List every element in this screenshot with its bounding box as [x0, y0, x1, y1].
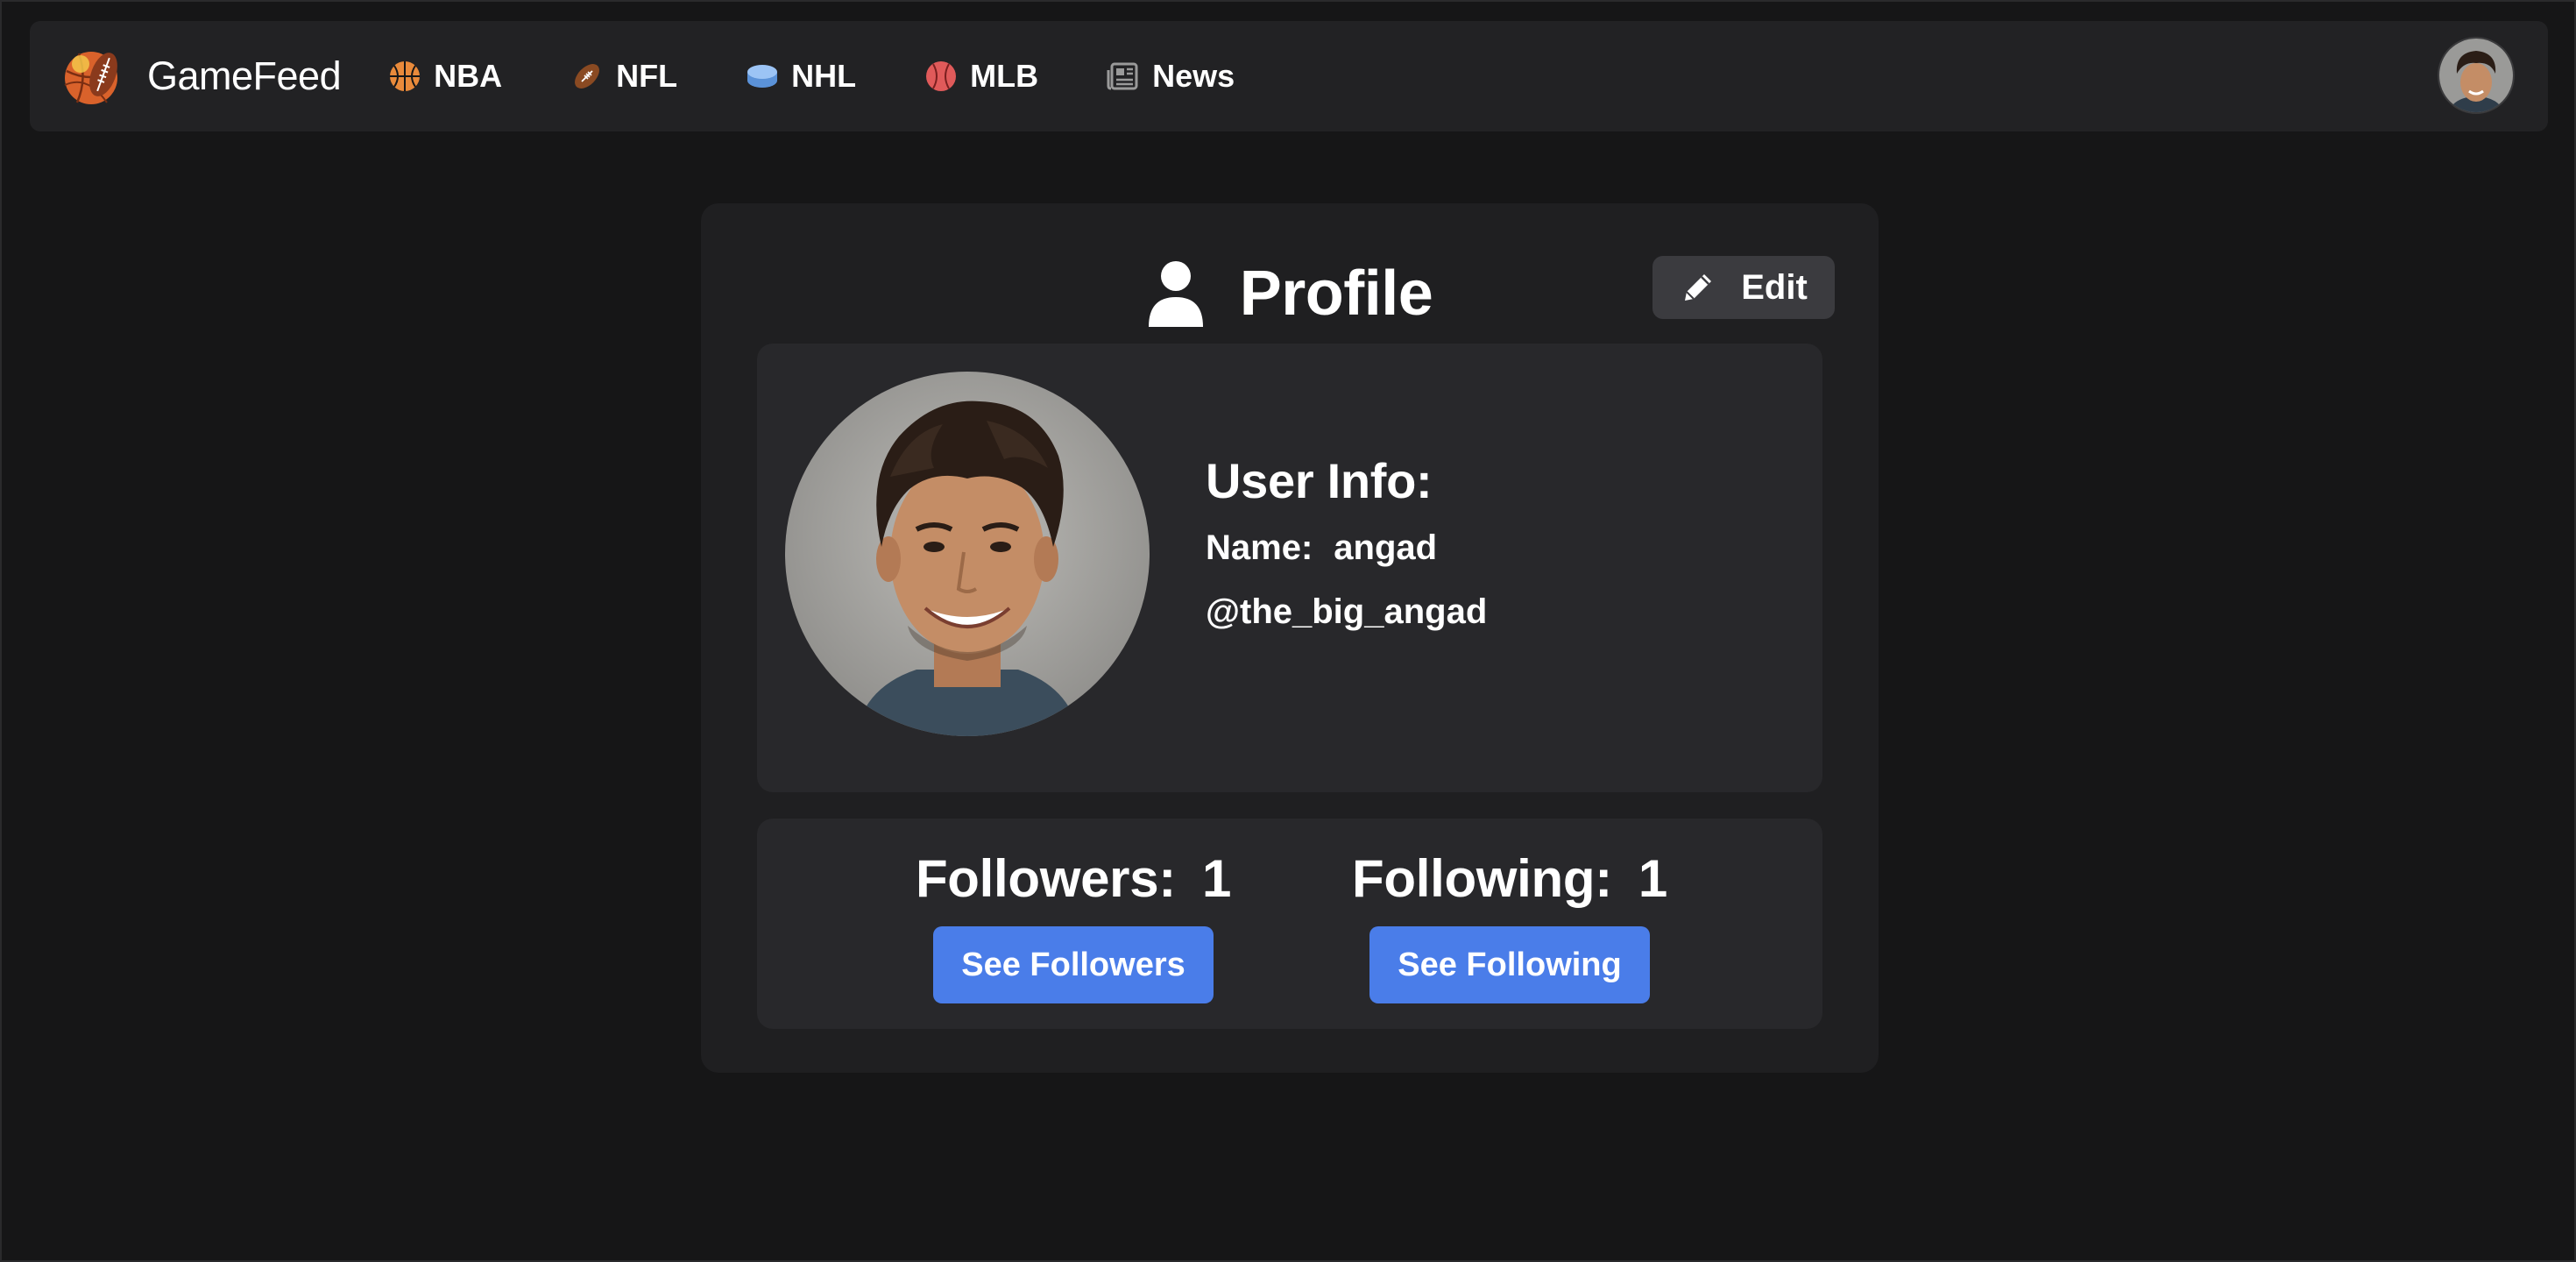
basketball-icon	[390, 61, 421, 91]
profile-photo	[785, 372, 1150, 736]
app-window: GameFeed NBA NFL NHL MLB News Profile Ed…	[0, 0, 2576, 1262]
nav-item-nba[interactable]: NBA	[388, 58, 502, 95]
nav-label: NFL	[616, 58, 678, 94]
followers-column: Followers: 1 See Followers	[916, 848, 1231, 1003]
user-info-panel: User Info: Name: angad @the_big_angad	[757, 344, 1822, 792]
following-label: Following:	[1352, 849, 1612, 908]
avatar-photo	[2439, 39, 2513, 112]
see-following-button[interactable]: See Following	[1369, 926, 1650, 1003]
following-count: Following: 1	[1352, 848, 1667, 909]
profile-title-wrap: Profile	[1147, 258, 1433, 330]
hockey-puck-icon	[747, 65, 778, 88]
user-name-row: Name: angad	[1206, 528, 1487, 568]
followers-count: Followers: 1	[916, 848, 1231, 909]
sports-balls-logo-icon	[64, 52, 117, 104]
see-followers-button[interactable]: See Followers	[933, 926, 1214, 1003]
user-avatar[interactable]	[2438, 37, 2515, 114]
pencil-icon	[1685, 274, 1712, 301]
name-value: angad	[1334, 528, 1438, 567]
nav-item-nfl[interactable]: NFL	[570, 58, 677, 95]
follow-panel: Followers: 1 See Followers Following: 1 Se…	[757, 819, 1822, 1029]
nav-label: NBA	[434, 58, 503, 94]
edit-label: Edit	[1741, 267, 1808, 307]
nav-item-mlb[interactable]: MLB	[924, 58, 1038, 95]
page-title: Profile	[1239, 259, 1433, 329]
brand-link[interactable]: GameFeed	[61, 45, 342, 108]
profile-card: Profile Edit User Info: Name: angad @the…	[701, 203, 1879, 1073]
nav-label: News	[1152, 58, 1235, 94]
following-number: 1	[1638, 849, 1667, 908]
profile-photo-image	[785, 372, 1150, 736]
edit-button[interactable]: Edit	[1652, 256, 1835, 319]
name-label: Name:	[1206, 528, 1313, 567]
following-column: Following: 1 See Following	[1352, 848, 1667, 1003]
newspaper-icon	[1107, 62, 1138, 90]
brand-name: GameFeed	[147, 53, 342, 98]
top-navbar: GameFeed NBA NFL NHL MLB News	[30, 21, 2548, 131]
user-info: User Info: Name: angad @the_big_angad	[1206, 452, 1487, 656]
nav-label: NHL	[791, 58, 857, 94]
user-handle: @the_big_angad	[1206, 592, 1488, 631]
followers-label: Followers:	[915, 849, 1176, 908]
nav-item-nhl[interactable]: NHL	[746, 58, 856, 95]
followers-number: 1	[1201, 849, 1232, 908]
user-icon	[1148, 261, 1203, 327]
baseball-icon	[926, 61, 957, 91]
user-info-heading: User Info:	[1206, 453, 1433, 508]
football-icon	[575, 64, 600, 89]
nav-label: MLB	[970, 58, 1039, 94]
nav-item-news[interactable]: News	[1107, 58, 1235, 95]
